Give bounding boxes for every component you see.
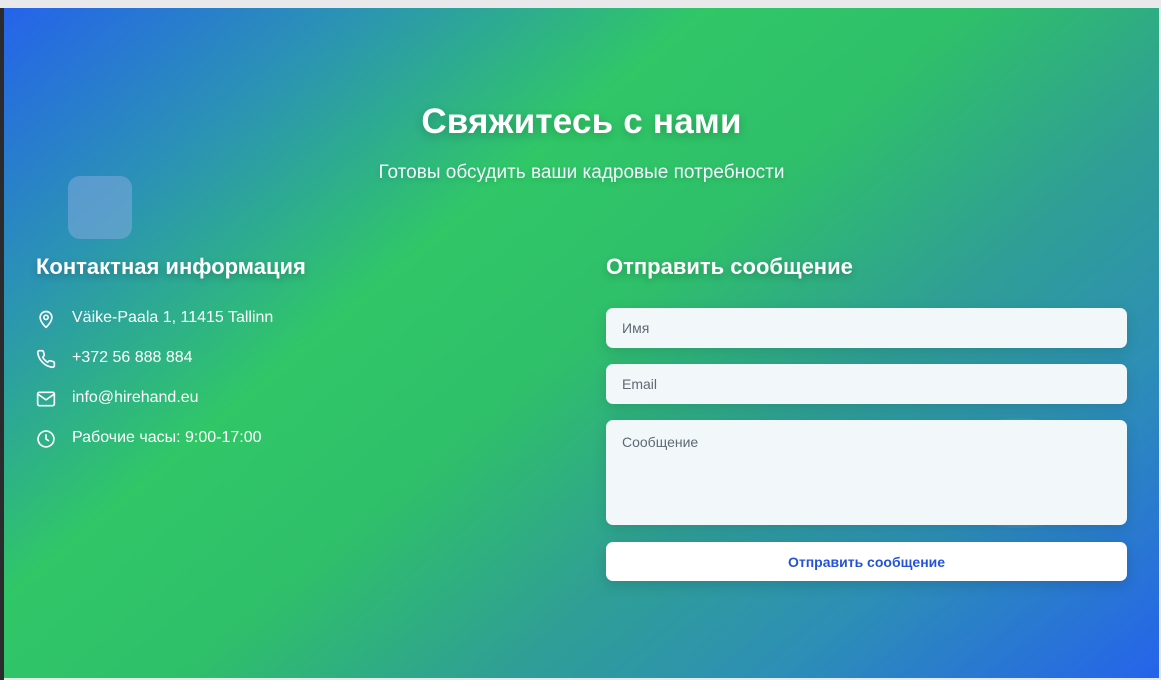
address-text: Väike-Paala 1, 11415 Tallinn: [72, 309, 274, 326]
section-title: Свяжитесь с нами: [421, 102, 742, 141]
contact-info-list: Väike-Paala 1, 11415 Tallinn +372 56 888…: [36, 307, 536, 467]
contact-section: Свяжитесь с нами Готовы обсудить ваши ка…: [4, 8, 1159, 678]
contact-item-hours: Рабочие часы: 9:00-17:00: [36, 427, 536, 467]
contact-item-phone: +372 56 888 884: [36, 347, 536, 387]
contact-item-email: info@hirehand.eu: [36, 387, 536, 427]
contact-item-address: Väike-Paala 1, 11415 Tallinn: [36, 307, 536, 347]
mail-icon: [36, 389, 56, 409]
message-field[interactable]: [606, 420, 1127, 525]
form-title: Отправить сообщение: [606, 254, 853, 279]
name-field-wrapper: [606, 308, 1127, 348]
page-frame: Свяжитесь с нами Готовы обсудить ваши ка…: [0, 0, 1161, 680]
contact-info-title: Контактная информация: [36, 254, 306, 279]
hours-text: Рабочие часы: 9:00-17:00: [72, 429, 262, 446]
email-field-wrapper: [606, 364, 1127, 404]
submit-button[interactable]: Отправить сообщение: [606, 542, 1127, 581]
email-text: info@hirehand.eu: [72, 389, 199, 406]
email-field[interactable]: [606, 364, 1127, 404]
map-pin-icon: [36, 309, 56, 329]
phone-text: +372 56 888 884: [72, 349, 193, 366]
phone-icon: [36, 349, 56, 369]
decorative-square: [68, 176, 132, 239]
name-field[interactable]: [606, 308, 1127, 348]
message-field-wrapper: [606, 420, 1127, 525]
clock-icon: [36, 429, 56, 449]
section-subtitle: Готовы обсудить ваши кадровые потребност…: [378, 162, 785, 183]
